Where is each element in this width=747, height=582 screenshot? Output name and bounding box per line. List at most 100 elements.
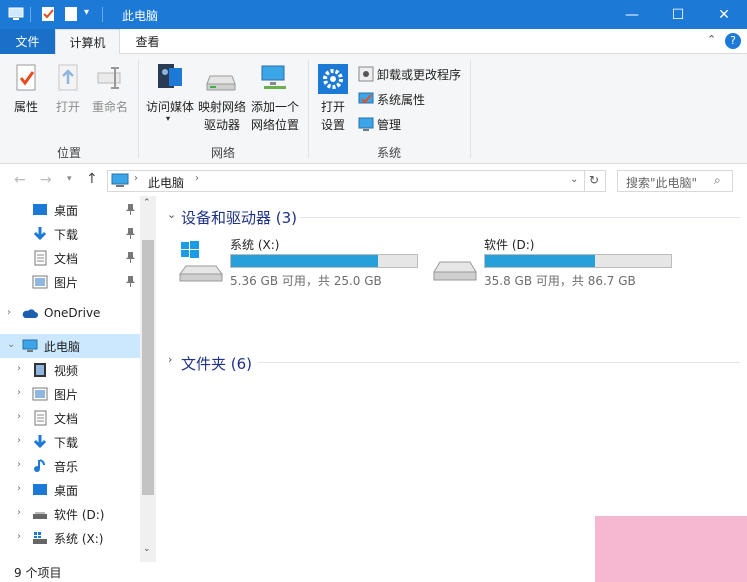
nav-item-downloads[interactable]: 下载	[0, 222, 140, 246]
devices-section-title[interactable]: 设备和驱动器 (3)	[181, 207, 297, 228]
network-location-icon	[261, 65, 286, 89]
open-settings-label-1: 打开	[320, 100, 345, 114]
tab-computer[interactable]: 计算机	[55, 29, 120, 55]
computer-icon	[111, 173, 129, 187]
nav-item-videos[interactable]: › 视频	[0, 358, 140, 382]
chevron-right-icon[interactable]: ›	[7, 307, 11, 318]
uninstall-programs-button[interactable]: 卸载或更改程序	[356, 64, 466, 84]
forward-arrow-icon[interactable]: →	[40, 172, 52, 188]
ribbon: 属性 打开 重命名 位置 访问媒体 ▾ 映射网络 驱动器 添加一个 网络位置 网…	[0, 54, 747, 164]
settings-gear-icon	[318, 64, 348, 94]
drive-usage-bar	[230, 254, 418, 268]
back-arrow-icon[interactable]: ←	[14, 172, 26, 188]
drive-name: 系统 (X:)	[230, 238, 280, 252]
scroll-up-icon[interactable]: ⌃	[143, 198, 151, 208]
divider	[30, 7, 31, 22]
section-divider	[258, 362, 740, 363]
rename-icon	[97, 67, 121, 89]
pin-icon[interactable]	[126, 228, 135, 239]
properties-button[interactable]: 属性	[6, 62, 46, 124]
scroll-down-icon[interactable]: ⌄	[143, 544, 151, 554]
nav-item-pictures[interactable]: 图片	[0, 270, 140, 294]
rename-button[interactable]: 重命名	[90, 62, 130, 124]
uninstall-icon	[358, 66, 374, 82]
desktop-icon	[33, 484, 47, 495]
chevron-right-icon[interactable]: ›	[17, 483, 21, 494]
download-icon	[33, 227, 47, 241]
chevron-right-icon[interactable]: ›	[17, 459, 21, 470]
chevron-right-icon[interactable]: ›	[17, 435, 21, 446]
breadcrumb-thispc[interactable]: 此电脑	[148, 174, 184, 191]
chevron-right-icon[interactable]: ›	[17, 387, 21, 398]
nav-item-music[interactable]: › 音乐	[0, 454, 140, 478]
nav-item-thispc[interactable]: ⌄ 此电脑	[0, 334, 140, 358]
close-button[interactable]: ✕	[701, 0, 747, 29]
folders-section-title[interactable]: 文件夹 (6)	[181, 353, 252, 374]
nav-label: 视频	[54, 364, 79, 378]
nav-label: 图片	[54, 276, 79, 290]
breadcrumb-chevron-icon[interactable]: ›	[195, 173, 199, 184]
map-drive-label-1: 映射网络	[197, 100, 246, 114]
properties-icon[interactable]	[40, 6, 56, 22]
music-icon	[34, 459, 45, 473]
picture-icon	[32, 275, 48, 289]
add-location-label-1: 添加一个	[250, 100, 299, 114]
nav-item-pictures[interactable]: › 图片	[0, 382, 140, 406]
nav-item-documents[interactable]: 文档	[0, 246, 140, 270]
drive-name: 软件 (D:)	[484, 238, 535, 252]
nav-label: 文档	[54, 412, 79, 426]
nav-item-drive-d[interactable]: › 软件 (D:)	[0, 502, 140, 526]
nav-label: 文档	[54, 252, 79, 266]
nav-item-desktop[interactable]: 桌面	[0, 198, 140, 222]
ribbon-tabs: 文件 计算机 查看 ⌃ ?	[0, 29, 747, 55]
chevron-right-icon[interactable]: ›	[17, 531, 21, 542]
pin-icon[interactable]	[126, 204, 135, 215]
new-folder-icon[interactable]	[63, 6, 79, 22]
refresh-icon[interactable]: ↻	[589, 173, 599, 187]
open-settings-button[interactable]: 打开 设置	[314, 62, 352, 134]
minimize-button[interactable]: —	[609, 0, 655, 29]
up-arrow-icon[interactable]: ↑	[86, 171, 98, 187]
add-network-location-button[interactable]: 添加一个 网络位置	[248, 62, 302, 134]
nav-item-onedrive[interactable]: › OneDrive	[0, 302, 140, 326]
nav-item-documents[interactable]: › 文档	[0, 406, 140, 430]
tab-file[interactable]: 文件	[0, 29, 55, 54]
tab-view[interactable]: 查看	[120, 29, 175, 54]
chevron-down-icon[interactable]: ⌄	[7, 339, 15, 350]
pin-icon[interactable]	[126, 252, 135, 263]
pin-icon[interactable]	[126, 276, 135, 287]
document-icon	[34, 250, 47, 266]
access-media-button[interactable]: 访问媒体 ▾	[144, 62, 196, 124]
search-input[interactable]: 搜索"此电脑" ⌕	[617, 170, 733, 192]
system-properties-button[interactable]: 系统属性	[356, 89, 466, 109]
nav-scrollbar-thumb[interactable]	[142, 240, 154, 495]
address-dropdown-icon[interactable]: ⌄	[570, 174, 578, 185]
nav-item-drive-x[interactable]: › 系统 (X:)	[0, 526, 140, 550]
nav-label: 下载	[54, 436, 79, 450]
open-settings-label-2: 设置	[320, 118, 345, 132]
chevron-right-icon[interactable]: ›	[17, 507, 21, 518]
chevron-right-icon[interactable]: ›	[17, 411, 21, 422]
expand-chevron-icon[interactable]: ›	[168, 353, 172, 366]
collapse-ribbon-icon[interactable]: ⌃	[707, 33, 716, 46]
map-network-drive-button[interactable]: 映射网络 驱动器	[196, 62, 248, 134]
drive-tile-d[interactable]: 软件 (D:) 35.8 GB 可用，共 86.7 GB	[432, 234, 682, 288]
help-icon[interactable]: ?	[725, 33, 741, 49]
recent-locations-icon[interactable]: ▾	[67, 174, 72, 184]
computer-icon	[22, 339, 38, 352]
drive-tile-x[interactable]: 系统 (X:) 5.36 GB 可用，共 25.0 GB	[178, 234, 428, 288]
address-bar[interactable]: › 此电脑 › ⌄ ↻	[107, 170, 606, 192]
chevron-down-icon[interactable]: ▾	[84, 7, 89, 18]
collapse-chevron-icon[interactable]: ⌄	[167, 208, 176, 221]
maximize-button[interactable]: ☐	[655, 0, 701, 29]
manage-button[interactable]: 管理	[356, 114, 466, 134]
open-icon	[58, 64, 78, 91]
nav-item-downloads[interactable]: › 下载	[0, 430, 140, 454]
breadcrumb-chevron-icon[interactable]: ›	[134, 173, 138, 184]
nav-label: OneDrive	[44, 306, 101, 320]
open-button[interactable]: 打开	[50, 62, 86, 124]
nav-item-desktop[interactable]: › 桌面	[0, 478, 140, 502]
group-divider	[470, 60, 471, 158]
nav-label: 此电脑	[44, 340, 81, 354]
chevron-right-icon[interactable]: ›	[17, 363, 21, 374]
